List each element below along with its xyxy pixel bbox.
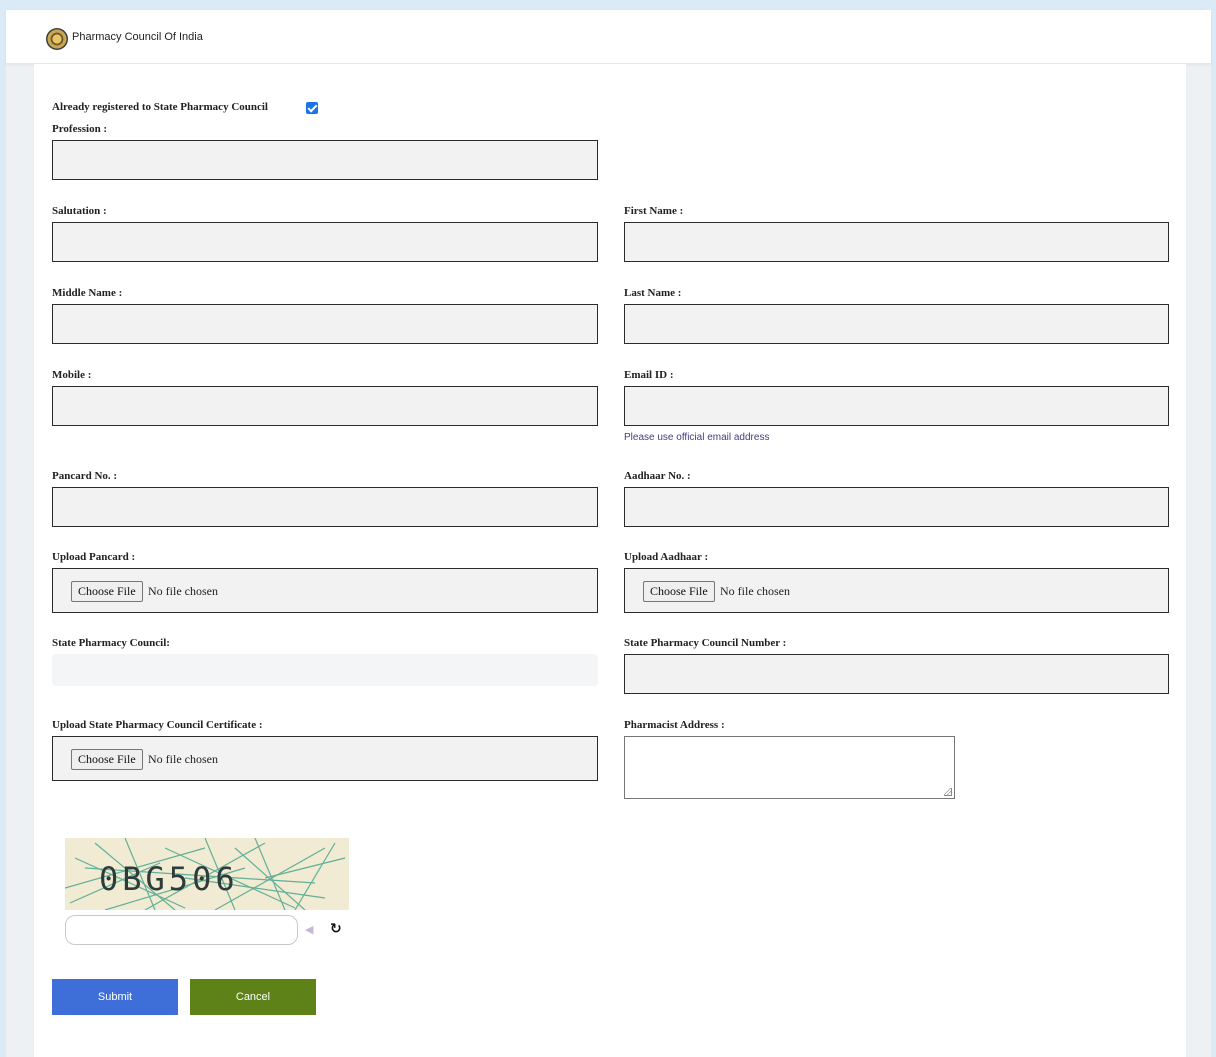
profession-input[interactable] [52, 140, 598, 180]
upload-aadhaar-field: Choose File No file chosen [624, 568, 1169, 613]
captcha-image: 0BG506 [65, 838, 349, 910]
resize-grip-icon[interactable] [944, 788, 952, 796]
first-name-label: First Name : [624, 205, 684, 217]
top-header: Pharmacy Council Of India [6, 10, 1211, 64]
upload-aadhaar-status: No file chosen [720, 584, 790, 598]
mobile-input[interactable] [52, 386, 598, 426]
pci-logo-icon [46, 28, 68, 50]
address-textarea[interactable] [624, 736, 955, 799]
salutation-label: Salutation : [52, 205, 107, 217]
already-registered-checkbox[interactable] [306, 102, 318, 114]
upload-pancard-field: Choose File No file chosen [52, 568, 598, 613]
cancel-button[interactable]: Cancel [190, 979, 316, 1015]
first-name-input[interactable] [624, 222, 1169, 262]
upload-aadhaar-choose-button[interactable]: Choose File [643, 581, 715, 602]
upload-pancard-choose-button[interactable]: Choose File [71, 581, 143, 602]
last-name-input[interactable] [624, 304, 1169, 344]
already-registered-label: Already registered to State Pharmacy Cou… [52, 101, 268, 113]
pancard-label: Pancard No. : [52, 470, 118, 482]
address-label: Pharmacist Address : [624, 719, 725, 731]
state-council-label: State Pharmacy Council: [52, 637, 170, 649]
brand-name: Pharmacy Council Of India [72, 31, 203, 43]
upload-pancard-label: Upload Pancard : [52, 551, 136, 563]
upload-certificate-field: Choose File No file chosen [52, 736, 598, 781]
last-name-label: Last Name : [624, 287, 682, 299]
captcha-input[interactable] [65, 915, 298, 945]
profession-label: Profession : [52, 123, 108, 135]
state-council-number-label: State Pharmacy Council Number : [624, 637, 787, 649]
aadhaar-label: Aadhaar No. : [624, 470, 691, 482]
refresh-icon[interactable]: ↻ [330, 921, 344, 937]
captcha-text: 0BG506 [99, 860, 239, 898]
audio-icon[interactable]: ◀ [305, 924, 317, 936]
salutation-input[interactable] [52, 222, 598, 262]
upload-certificate-label: Upload State Pharmacy Council Certificat… [52, 719, 263, 731]
pancard-input[interactable] [52, 487, 598, 527]
aadhaar-input[interactable] [624, 487, 1169, 527]
submit-button[interactable]: Submit [52, 979, 178, 1015]
upload-aadhaar-label: Upload Aadhaar : [624, 551, 709, 563]
middle-name-input[interactable] [52, 304, 598, 344]
state-council-field[interactable] [52, 654, 598, 686]
middle-name-label: Middle Name : [52, 287, 123, 299]
email-input[interactable] [624, 386, 1169, 426]
email-label: Email ID : [624, 369, 674, 381]
upload-certificate-status: No file chosen [148, 752, 218, 766]
state-council-number-input[interactable] [624, 654, 1169, 694]
upload-pancard-status: No file chosen [148, 584, 218, 598]
upload-certificate-choose-button[interactable]: Choose File [71, 749, 143, 770]
mobile-label: Mobile : [52, 369, 92, 381]
email-hint: Please use official email address [624, 432, 770, 443]
